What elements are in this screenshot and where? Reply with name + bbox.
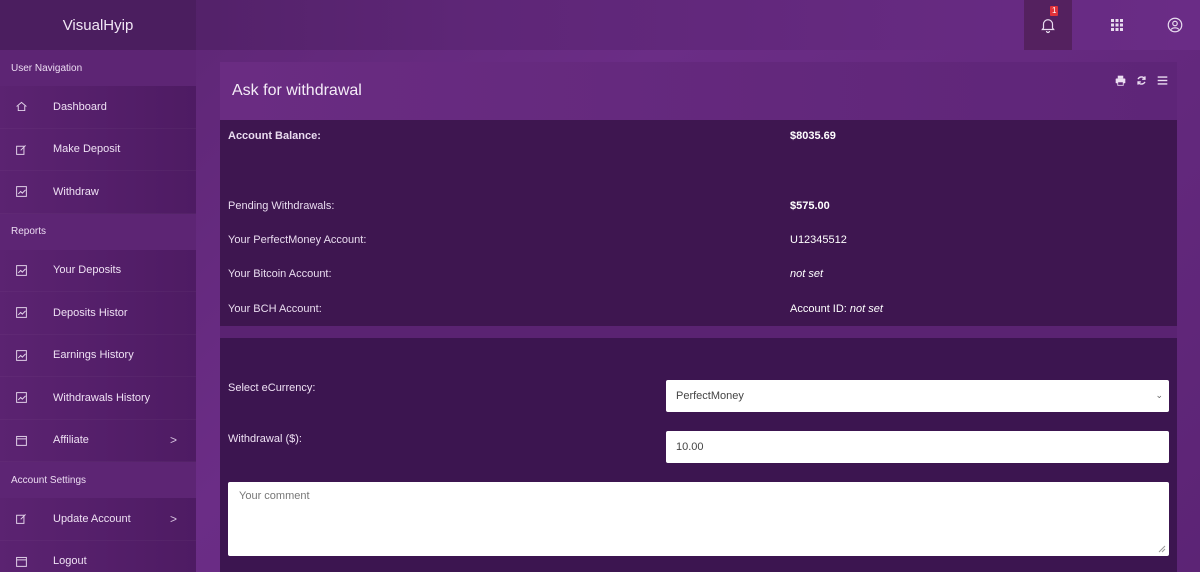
sidebar-section-user-navigation: User Navigation	[0, 50, 196, 86]
perfectmoney-account-label: Your PerfectMoney Account:	[228, 234, 367, 246]
bch-account-id-label: Account ID:	[790, 303, 850, 315]
section-divider	[220, 326, 1177, 338]
panel-tools	[1114, 74, 1169, 87]
account-balance-value: $8035.69	[790, 130, 836, 142]
notification-badge: 1	[1050, 6, 1059, 16]
comment-placeholder: Your comment	[239, 490, 310, 502]
sidebar-item-make-deposit[interactable]: Make Deposit	[0, 128, 196, 171]
ecurrency-select[interactable]: PerfectMoney ⌄	[666, 380, 1169, 412]
print-icon[interactable]	[1114, 74, 1127, 87]
chevron-right-icon: >	[170, 511, 178, 526]
chart-icon	[14, 263, 28, 277]
menu-icon[interactable]	[1156, 74, 1169, 87]
withdrawal-panel: Ask for withdrawal Account Balance: $803…	[220, 62, 1177, 572]
brand-logo[interactable]: VisualHyip	[0, 0, 196, 50]
sidebar-item-logout[interactable]: Logout	[0, 540, 196, 572]
comment-textarea[interactable]: Your comment	[228, 482, 1169, 556]
sidebar-item-earnings-history[interactable]: Earnings History	[0, 334, 196, 377]
sidebar-item-update-account[interactable]: Update Account >	[0, 498, 196, 541]
sidebar-item-dashboard[interactable]: Dashboard	[0, 86, 196, 129]
top-bar: VisualHyip 1	[0, 0, 1200, 50]
edit-icon	[14, 142, 28, 156]
panel-header: Ask for withdrawal	[220, 62, 1177, 120]
bch-account-value-wrap: Account ID: not set	[790, 303, 883, 315]
sidebar-item-label: Earnings History	[53, 349, 134, 362]
withdrawal-amount-value: 10.00	[676, 441, 704, 453]
sidebar-item-deposits-history[interactable]: Deposits Histor	[0, 292, 196, 335]
sidebar-item-label: Update Account	[53, 512, 131, 525]
sidebar-item-your-deposits[interactable]: Your Deposits	[0, 249, 196, 292]
home-icon	[14, 100, 28, 114]
pending-withdrawals-value: $575.00	[790, 200, 830, 212]
edit-icon	[14, 512, 28, 526]
perfectmoney-account-value: U12345512	[790, 234, 847, 246]
account-info: Account Balance: $8035.69 Pending Withdr…	[220, 120, 1177, 326]
account-balance-label: Account Balance:	[228, 130, 321, 142]
refresh-icon[interactable]	[1135, 74, 1148, 87]
page-title: Ask for withdrawal	[232, 82, 362, 99]
bitcoin-account-label: Your Bitcoin Account:	[228, 268, 332, 280]
sidebar-item-affiliate[interactable]: Affiliate >	[0, 419, 196, 462]
bell-icon	[1041, 19, 1055, 34]
sidebar-item-label: Dashboard	[53, 100, 107, 113]
withdrawal-amount-input[interactable]: 10.00	[666, 431, 1169, 463]
chart-icon	[14, 391, 28, 405]
apps-button[interactable]	[1092, 0, 1142, 50]
resize-handle-icon[interactable]	[1158, 545, 1166, 553]
notifications-button[interactable]: 1	[1024, 0, 1072, 50]
bch-account-value: not set	[849, 303, 883, 315]
grid-icon	[1111, 19, 1123, 31]
sidebar-item-label: Deposits Histor	[53, 306, 128, 319]
bitcoin-account-value: not set	[790, 268, 824, 280]
sidebar-item-label: Affiliate	[53, 434, 89, 447]
user-menu-button[interactable]	[1150, 0, 1200, 50]
chart-icon	[14, 348, 28, 362]
ecurrency-label: Select eCurrency:	[228, 382, 316, 394]
withdrawal-form: Select eCurrency: PerfectMoney ⌄ Withdra…	[220, 338, 1177, 572]
top-icons: 1	[1024, 0, 1200, 50]
sidebar-item-label: Your Deposits	[53, 264, 122, 277]
sidebar-item-label: Withdrawals History	[53, 391, 151, 404]
sidebar: User Navigation Dashboard Make Deposit W…	[0, 50, 196, 572]
ecurrency-selected-value: PerfectMoney	[676, 390, 744, 402]
sidebar-item-withdrawals-history[interactable]: Withdrawals History	[0, 377, 196, 420]
window-icon	[14, 554, 28, 568]
chart-icon	[14, 185, 28, 199]
bch-account-label: Your BCH Account:	[228, 303, 322, 315]
chevron-right-icon: >	[170, 433, 178, 448]
sidebar-item-label: Withdraw	[53, 185, 99, 198]
sidebar-section-account-settings: Account Settings	[0, 462, 196, 498]
user-circle-icon	[1167, 17, 1183, 33]
sidebar-item-label: Make Deposit	[53, 143, 121, 156]
pending-withdrawals-label: Pending Withdrawals:	[228, 200, 335, 212]
sidebar-item-label: Logout	[53, 555, 87, 568]
window-icon	[14, 433, 28, 447]
chart-icon	[14, 306, 28, 320]
sidebar-item-withdraw[interactable]: Withdraw	[0, 171, 196, 214]
chevron-down-icon: ⌄	[1155, 390, 1163, 400]
sidebar-section-reports: Reports	[0, 213, 196, 250]
withdrawal-amount-label: Withdrawal ($):	[228, 433, 302, 445]
